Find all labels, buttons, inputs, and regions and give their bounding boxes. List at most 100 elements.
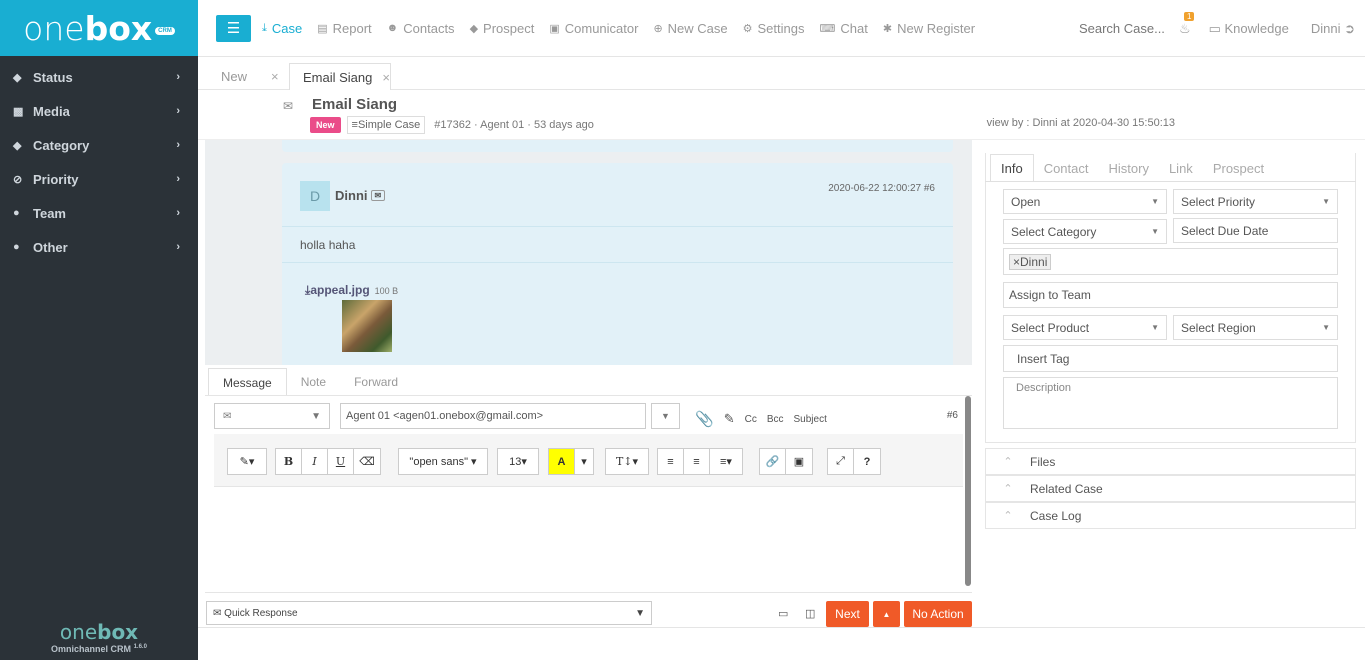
case-log-section[interactable]: ⌃ Case Log [985, 502, 1356, 529]
cc-button[interactable]: Cc [745, 414, 757, 425]
italic-button[interactable]: I [302, 449, 328, 474]
sidebar-item-other[interactable]: ● Other › [0, 230, 198, 264]
nav-new-register[interactable]: ✱ New Register [883, 21, 975, 36]
message-body: holla haha [300, 238, 356, 252]
remove-icon[interactable]: × [1013, 255, 1020, 269]
app-logo[interactable]: one box CRM [0, 0, 198, 56]
ordered-list-icon[interactable]: ≡ [684, 449, 710, 474]
tab-prospect[interactable]: Prospect [1203, 154, 1274, 182]
assignee-chip[interactable]: ×Dinni [1009, 253, 1052, 270]
nav-prospect[interactable]: ◆ Prospect [470, 21, 535, 36]
color-group: A ▾ [548, 448, 594, 475]
tab-message[interactable]: Message [208, 368, 287, 396]
link-icon[interactable]: 🔗 [760, 449, 786, 474]
line-height-button[interactable]: T↕▾ [606, 449, 648, 474]
nav-new-case[interactable]: ⊕ New Case [653, 21, 727, 36]
knowledge-link[interactable]: ▭ Knowledge [1209, 21, 1289, 37]
underline-button[interactable]: U [328, 449, 354, 474]
sidebar-item-media[interactable]: ▩ Media › [0, 94, 198, 128]
help-icon[interactable]: ? [854, 449, 880, 474]
assignee-name: Dinni [1020, 254, 1048, 269]
user-menu[interactable]: Dinni ➲ [1311, 21, 1355, 37]
nav-settings[interactable]: ⚙ Settings [743, 21, 805, 36]
book-icon[interactable]: ▭ [778, 607, 788, 620]
due-date-placeholder: Select Due Date [1181, 223, 1269, 238]
quick-response-select[interactable]: ✉ Quick Response ▼ [206, 601, 652, 625]
subject-button[interactable]: Subject [794, 414, 827, 425]
team-field[interactable]: Assign to Team [1003, 282, 1338, 308]
signature-icon[interactable]: ✎ [724, 411, 735, 427]
chevron-right-icon: › [176, 241, 180, 253]
tab-history[interactable]: History [1099, 154, 1159, 182]
notification-badge: 1 [1183, 11, 1195, 21]
close-icon[interactable]: × [382, 70, 390, 85]
sidebar-item-priority[interactable]: ⊘ Priority › [0, 162, 198, 196]
tab-note[interactable]: Note [287, 368, 340, 396]
sidebar-item-status[interactable]: ◆ Status › [0, 60, 198, 94]
from-dropdown-button[interactable]: ▼ [651, 403, 680, 429]
due-date-input[interactable]: Select Due Date [1173, 218, 1338, 243]
tag-input[interactable]: Insert Tag [1003, 345, 1338, 372]
menu-toggle-button[interactable]: ☰ [216, 14, 251, 42]
section-label: Files [1030, 454, 1056, 469]
bold-button[interactable]: B [276, 449, 302, 474]
status-select[interactable]: Open ▼ [1003, 189, 1167, 214]
editor-scrollbar[interactable] [965, 396, 971, 586]
close-icon[interactable]: × [271, 69, 279, 84]
notifications-button[interactable]: ♨ 1 [1179, 11, 1195, 37]
nav-case[interactable]: ⤓ Case [262, 21, 302, 36]
conversation-thread: D Dinni ✉ 2020-06-22 12:00:27 #6 holla ha… [205, 140, 972, 365]
caret-down-icon: ▼ [1151, 323, 1159, 332]
caret-down-icon: ▼ [661, 411, 670, 421]
from-field[interactable]: Agent 01 <agen01.onebox@gmail.com> [340, 403, 646, 429]
compose-area[interactable] [214, 488, 963, 586]
font-family-select[interactable]: "open sans" ▾ [399, 449, 487, 474]
reply-number: #6 [946, 410, 958, 421]
nav-chat[interactable]: ⌨ Chat [820, 21, 868, 36]
tab-email-siang[interactable]: Email Siang × [289, 63, 391, 90]
category-select[interactable]: Select Category ▼ [1003, 219, 1167, 244]
tab-info[interactable]: Info [990, 154, 1034, 182]
search-case-input[interactable]: Search Case... [1079, 21, 1165, 36]
magic-style-button[interactable]: ✎▾ [228, 449, 266, 474]
unordered-list-icon[interactable]: ≡ [658, 449, 684, 474]
thread-scrollbar[interactable] [957, 140, 972, 365]
caret-down-icon: ▼ [1322, 323, 1330, 332]
users-icon: ● [13, 207, 20, 219]
tab-new[interactable]: New × [210, 63, 290, 90]
no-action-button[interactable]: No Action [904, 601, 972, 627]
avatar: D [300, 181, 330, 211]
align-icon[interactable]: ≡▾ [710, 449, 742, 474]
sidebar-item-team[interactable]: ● Team › [0, 196, 198, 230]
channel-select[interactable]: ✉ ▼ [214, 403, 330, 429]
misc-group: ⤢ ? [827, 448, 881, 475]
next-button[interactable]: Next [826, 601, 869, 627]
sidebar-item-category[interactable]: ◆ Category › [0, 128, 198, 162]
related-case-section[interactable]: ⌃ Related Case [985, 475, 1356, 502]
region-select[interactable]: Select Region ▼ [1173, 315, 1338, 340]
caret-down-icon[interactable]: ▾ [575, 449, 593, 474]
priority-select[interactable]: Select Priority ▼ [1173, 189, 1338, 214]
bcc-button[interactable]: Bcc [767, 414, 784, 425]
nav-contacts[interactable]: ☻ Contacts [387, 21, 455, 36]
paperclip-icon[interactable]: 📎 [695, 410, 714, 428]
nav-report[interactable]: ▤ Report [317, 21, 371, 36]
font-size-select[interactable]: 13 ▾ [498, 449, 538, 474]
tab-forward[interactable]: Forward [340, 368, 412, 396]
assignee-field[interactable]: ×Dinni [1003, 248, 1338, 275]
tab-contact[interactable]: Contact [1034, 154, 1099, 182]
nav-comunicator[interactable]: ▣ Comunicator [549, 21, 638, 36]
product-select[interactable]: Select Product ▼ [1003, 315, 1167, 340]
files-section[interactable]: ⌃ Files [985, 448, 1356, 475]
nav-label: Contacts [403, 20, 455, 36]
text-color-button[interactable]: A [549, 449, 575, 474]
description-textarea[interactable]: Description [1003, 377, 1338, 429]
tab-link[interactable]: Link [1159, 154, 1203, 182]
attachment-thumbnail[interactable] [342, 300, 392, 352]
eraser-icon[interactable]: ⌫ [354, 449, 380, 474]
fullscreen-icon[interactable]: ⤢ [828, 449, 854, 474]
next-options-button[interactable]: ▲ [873, 601, 900, 627]
image-icon[interactable]: ▣ [786, 449, 812, 474]
save-icon[interactable]: ◫ [805, 607, 815, 620]
attachment-link[interactable]: ⤓ appeal.jpg 100 B [305, 283, 398, 298]
